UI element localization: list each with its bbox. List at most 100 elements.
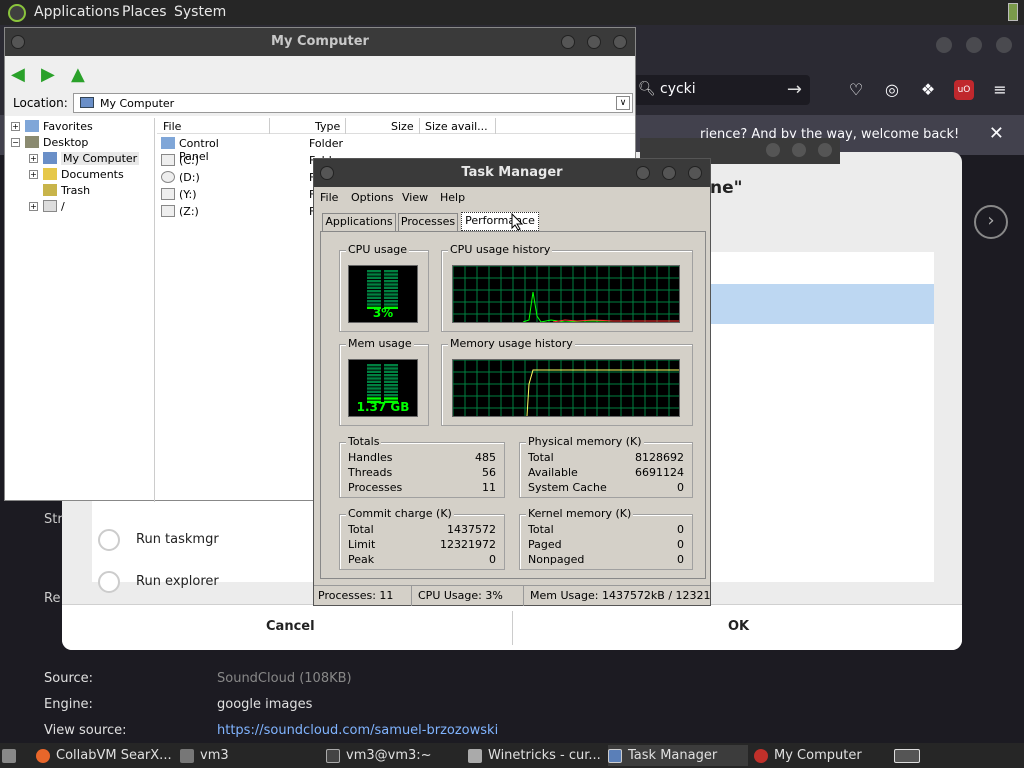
tab-performance[interactable]: Performance bbox=[461, 212, 539, 231]
collapse-icon[interactable]: − bbox=[11, 138, 20, 147]
drive-icon bbox=[161, 205, 175, 217]
meter-segment bbox=[367, 300, 381, 303]
meter-segment bbox=[367, 280, 381, 283]
taskbar-item-winetricks[interactable]: Winetricks - cur... bbox=[468, 745, 602, 766]
distro-logo-icon[interactable] bbox=[8, 4, 26, 22]
location-combobox[interactable]: My Computer ∨ bbox=[73, 93, 633, 113]
tree-item-documents[interactable]: Documents bbox=[61, 168, 124, 181]
option-run-explorer[interactable]: Run explorer bbox=[136, 574, 219, 589]
column-file[interactable]: File bbox=[163, 120, 181, 133]
tree-item-my-computer[interactable]: My Computer bbox=[61, 152, 140, 165]
minimize-icon[interactable] bbox=[636, 166, 650, 180]
forward-arrow-icon[interactable]: ▶ bbox=[41, 64, 55, 85]
tab-applications[interactable]: Applications bbox=[322, 213, 396, 231]
source-value: SoundCloud (108KB) bbox=[217, 671, 352, 686]
column-separator bbox=[419, 118, 420, 134]
my-computer-titlebar[interactable]: My Computer bbox=[5, 28, 635, 56]
meter-segment bbox=[384, 276, 398, 279]
maximize-icon[interactable] bbox=[587, 35, 601, 49]
meter-segment bbox=[367, 370, 381, 373]
option-run-taskmgr[interactable]: Run taskmgr bbox=[136, 532, 219, 547]
location-bar: Location: My Computer ∨ bbox=[5, 92, 635, 116]
threads-value: 56 bbox=[482, 466, 496, 479]
tray-indicator-icon[interactable] bbox=[1008, 3, 1018, 21]
tree-item-favorites[interactable]: Favorites bbox=[43, 120, 93, 133]
processes-value: 11 bbox=[482, 481, 496, 494]
extensions-icon[interactable]: ❖ bbox=[918, 80, 938, 100]
status-mem: Mem Usage: 1437572kB / 12321972kB bbox=[530, 589, 710, 602]
column-size-avail[interactable]: Size avail... bbox=[425, 120, 488, 133]
meter-segment bbox=[367, 374, 381, 377]
close-icon[interactable] bbox=[996, 37, 1012, 53]
minimize-icon[interactable] bbox=[936, 37, 952, 53]
view-source-link[interactable]: https://soundcloud.com/samuel-brzozowski bbox=[217, 723, 498, 738]
menu-help[interactable]: Help bbox=[440, 191, 465, 204]
expand-icon[interactable]: + bbox=[29, 202, 38, 211]
column-size[interactable]: Size bbox=[391, 120, 414, 133]
next-arrow-icon[interactable]: › bbox=[974, 205, 1008, 239]
minimize-icon[interactable] bbox=[561, 35, 575, 49]
system-cache-row: System Cache 0 bbox=[528, 481, 684, 494]
taskbar-item-task-manager[interactable]: Task Manager bbox=[608, 745, 748, 766]
maximize-icon[interactable] bbox=[662, 166, 676, 180]
maximize-icon[interactable] bbox=[792, 143, 806, 157]
menu-file[interactable]: File bbox=[320, 191, 338, 204]
ok-button[interactable]: OK bbox=[728, 619, 749, 634]
workspace-switcher[interactable] bbox=[894, 745, 924, 766]
tree-item-trash[interactable]: Trash bbox=[61, 184, 90, 197]
pocket-icon[interactable]: ♡ bbox=[846, 80, 866, 100]
taskbar-item-firefox[interactable]: CollabVM SearX... bbox=[36, 745, 176, 766]
radio-run-taskmgr[interactable] bbox=[98, 529, 120, 551]
menu-options[interactable]: Options bbox=[351, 191, 393, 204]
cancel-button[interactable]: Cancel bbox=[266, 619, 315, 634]
cpu-usage-meter: 3% bbox=[348, 265, 418, 323]
taskbar-label: Task Manager bbox=[628, 748, 718, 763]
tab-processes[interactable]: Processes bbox=[398, 213, 458, 231]
window-menu-icon[interactable] bbox=[320, 166, 334, 180]
maximize-icon[interactable] bbox=[966, 37, 982, 53]
physical-total-label: Total bbox=[528, 451, 554, 464]
tree-item-desktop[interactable]: Desktop bbox=[43, 136, 88, 149]
taskbar-label: Winetricks - cur... bbox=[488, 748, 601, 763]
window-menu-icon[interactable] bbox=[11, 35, 25, 49]
chevron-down-icon[interactable]: ∨ bbox=[616, 96, 630, 110]
expand-icon[interactable]: + bbox=[11, 122, 20, 131]
account-icon[interactable]: ◎ bbox=[882, 80, 902, 100]
notification-close-icon[interactable]: ✕ bbox=[989, 123, 1004, 144]
taskbar-item-terminal[interactable]: vm3@vm3:~ bbox=[326, 745, 456, 766]
close-icon[interactable] bbox=[688, 166, 702, 180]
meter-segment bbox=[384, 384, 398, 387]
ublock-icon[interactable]: uO bbox=[954, 80, 974, 100]
expand-icon[interactable]: + bbox=[29, 170, 38, 179]
kernel-nonpaged-row: Nonpaged 0 bbox=[528, 553, 684, 566]
expand-icon[interactable]: + bbox=[29, 154, 38, 163]
hamburger-menu-icon[interactable]: ≡ bbox=[990, 80, 1010, 100]
meter-segment bbox=[384, 286, 398, 289]
menu-view[interactable]: View bbox=[402, 191, 428, 204]
search-icon: 🔍︎ bbox=[638, 81, 656, 97]
taskbar-item-my-computer[interactable]: My Computer bbox=[754, 745, 888, 766]
drive-icon bbox=[43, 200, 57, 212]
taskbar-item-vm3[interactable]: vm3 bbox=[180, 745, 310, 766]
go-arrow-icon[interactable]: → bbox=[787, 79, 802, 100]
back-arrow-icon[interactable]: ◀ bbox=[11, 64, 25, 85]
close-icon[interactable] bbox=[613, 35, 627, 49]
radio-run-explorer[interactable] bbox=[98, 571, 120, 593]
up-arrow-icon[interactable]: ▲ bbox=[71, 64, 85, 85]
close-icon[interactable] bbox=[818, 143, 832, 157]
applications-menu[interactable]: Applications bbox=[34, 4, 120, 20]
search-input[interactable]: 🔍︎ cycki → bbox=[630, 75, 810, 105]
system-menu[interactable]: System bbox=[174, 4, 226, 20]
handles-row: Handles 485 bbox=[348, 451, 496, 464]
show-desktop-button[interactable] bbox=[2, 745, 22, 766]
task-manager-statusbar: Processes: 11 CPU Usage: 3% Mem Usage: 1… bbox=[314, 585, 710, 606]
minimize-icon[interactable] bbox=[766, 143, 780, 157]
places-menu[interactable]: Places bbox=[122, 4, 167, 20]
tree-item-root[interactable]: / bbox=[61, 200, 65, 213]
meter-segment bbox=[367, 367, 381, 370]
commit-total-value: 1437572 bbox=[447, 523, 496, 536]
column-type[interactable]: Type bbox=[315, 120, 340, 133]
meter-segment bbox=[367, 270, 381, 273]
task-manager-titlebar[interactable]: Task Manager bbox=[314, 159, 710, 187]
control-panel-icon bbox=[161, 137, 175, 149]
